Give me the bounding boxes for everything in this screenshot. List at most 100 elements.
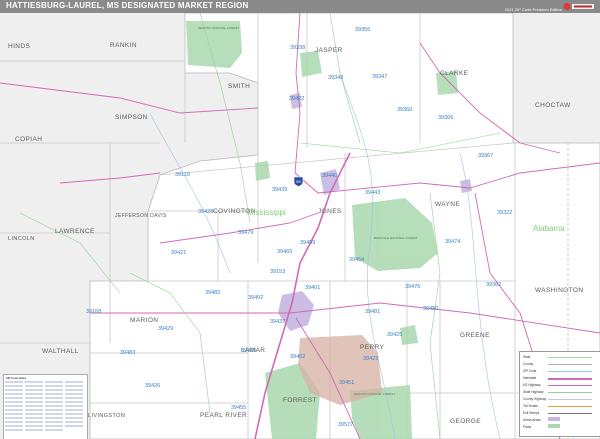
legend-swatch [548, 424, 560, 428]
zip-label: 39451 [339, 380, 355, 386]
legend-swatch [548, 385, 592, 386]
zip-label: 39402 [248, 295, 264, 301]
zip-label: 39440 [322, 173, 338, 179]
zip-label: 39462 [290, 354, 306, 360]
title-bar: HATTIESBURG-LAUREL, MS DESIGNATED MARKET… [0, 0, 600, 13]
zip-label: 39401 [305, 285, 321, 291]
interstate-shield-icon: 59 [293, 176, 304, 187]
legend-item-urban-areas: Urban Areas [523, 418, 541, 422]
zip-label: 39347 [372, 74, 388, 80]
zip-label: 39362 [486, 282, 502, 288]
county-label-hinds: HINDS [8, 43, 31, 50]
zip-label: 39481 [365, 309, 381, 315]
zip-index-table [5, 381, 83, 431]
county-label-rankin: RANKIN [110, 42, 137, 49]
map-canvas [0, 13, 600, 439]
legend-swatch [548, 378, 592, 380]
zip-label: 39422 [289, 96, 305, 102]
zip-label: 39479 [238, 230, 254, 236]
zip-label: 39360 [397, 107, 413, 113]
county-label-jefferson-davis: JEFFERSON DAVIS [115, 213, 167, 219]
state-label-alabama: Alabama [533, 224, 565, 233]
legend-swatch [548, 406, 592, 407]
zip-label: 39464 [349, 257, 365, 263]
county-label-smith: SMITH [228, 83, 251, 90]
legend-item-county-highway: County Highway [523, 397, 547, 401]
zip-label: 39423 [363, 356, 379, 362]
legend-swatch [548, 357, 592, 358]
zip-label: 39439 [272, 187, 288, 193]
legend-swatch [548, 364, 592, 365]
zip-label: 39482 [205, 290, 221, 296]
county-label-walthall: WALTHALL [42, 348, 79, 355]
county-label-wayne: WAYNE [435, 201, 461, 208]
zip-label: 39119 [175, 172, 190, 178]
zip-label: 39437 [270, 319, 286, 325]
zip-label: 39421 [171, 250, 187, 256]
zip-label: 39455 [231, 405, 247, 411]
zip-label: 39348 [328, 75, 344, 81]
county-label-george: GEORGE [450, 418, 481, 425]
county-label-lawrence: LAWRENCE [55, 228, 95, 235]
zip-label: 39425 [387, 332, 403, 338]
zip-label: 39443 [365, 190, 381, 196]
zip-label: 39475 [241, 348, 257, 354]
park-label: BIENVILLE NATIONAL FOREST [374, 236, 418, 240]
county-label-livingston: LIVINGSTON [88, 413, 126, 419]
state-label-mississippi: Mississippi [247, 208, 286, 217]
legend-swatch [548, 392, 592, 393]
county-label-marion: MARION [130, 317, 159, 324]
county-label-jasper: JASPER [315, 47, 343, 54]
edition-label: 2021 ZIP Code Premium Edition [504, 7, 562, 12]
legend-swatch [548, 417, 560, 421]
legend-item-state: State [523, 355, 531, 359]
zip-label: 39465 [277, 249, 293, 255]
brand-logo-icon [562, 1, 596, 12]
legend-item-toll-roads: Toll Roads [523, 404, 538, 408]
zip-label: 39480 [423, 306, 439, 312]
zip-label: 39474 [445, 239, 461, 245]
legend-item-county: County [523, 362, 534, 366]
county-label-choctaw: CHOCTAW [535, 102, 571, 109]
zip-label: 39153 [270, 269, 286, 275]
map-legend: State County ZIP Code Interstate US High… [519, 351, 600, 437]
legend-item-zip: ZIP Code [523, 369, 537, 373]
zip-code-index: ZIP Code Index [3, 374, 88, 439]
interstate-number: 59 [296, 179, 301, 184]
zip-label: 39426 [145, 383, 161, 389]
zip-label: 39429 [158, 326, 174, 332]
zip-label: 39577 [338, 422, 354, 428]
county-label-greene: GREENE [460, 332, 490, 339]
county-label-perry: PERRY [360, 344, 385, 351]
zip-label: 39483 [120, 350, 136, 356]
zip-label: 39459 [300, 240, 316, 246]
map-frame: HATTIESBURG-LAUREL, MS DESIGNATED MARKET… [0, 0, 600, 439]
legend-item-state-highway: State Highway [523, 390, 544, 394]
county-label-forrest: FORREST [283, 397, 317, 404]
legend-item-parks: Parks [523, 425, 532, 429]
zip-label: 39367 [478, 153, 494, 159]
legend-item-interstate: Interstate [523, 376, 537, 380]
park-label: DESOTO NATIONAL FOREST [198, 26, 240, 30]
zip-label: 39366 [438, 115, 454, 121]
county-label-lincoln: LINCOLN [8, 236, 35, 242]
county-label-clarke: CLARKE [440, 70, 469, 77]
zip-label: 39476 [405, 284, 421, 290]
legend-swatch [548, 399, 592, 400]
county-label-washington: WASHINGTON [535, 287, 584, 294]
legend-swatch [548, 371, 592, 372]
county-label-pearl-river: PEARL RIVER [200, 412, 248, 419]
zip-label: 39428 [198, 209, 214, 215]
county-label-simpson: SIMPSON [115, 114, 148, 121]
zip-label: 39322 [497, 210, 513, 216]
zip-label: 39168 [86, 309, 102, 315]
legend-item-exit-ramps: Exit Ramps [523, 411, 540, 415]
zip-index-title: ZIP Code Index [6, 376, 27, 380]
county-label-jones: JONES [318, 208, 342, 215]
zip-label: 39356 [355, 27, 371, 33]
zip-label: 39338 [290, 45, 306, 51]
county-label-copiah: COPIAH [15, 136, 43, 143]
map-title: HATTIESBURG-LAUREL, MS DESIGNATED MARKET… [6, 1, 249, 10]
legend-swatch [548, 413, 592, 414]
legend-item-us-highway: US Highway [523, 383, 541, 387]
